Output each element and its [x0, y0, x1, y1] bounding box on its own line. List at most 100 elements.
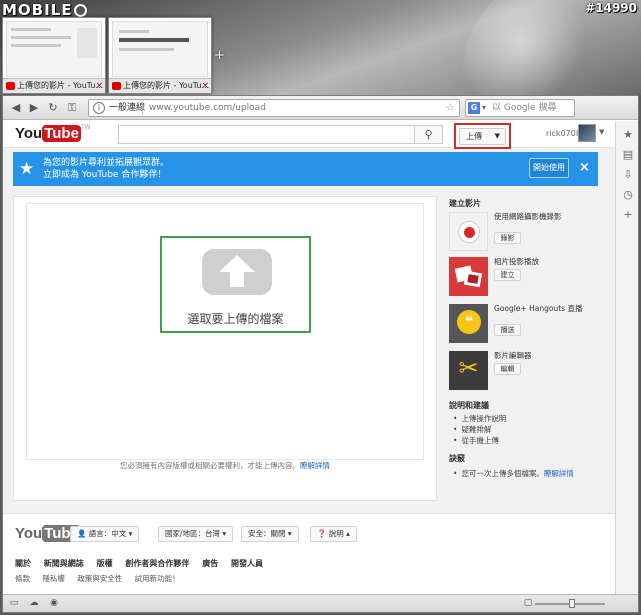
close-icon[interactable]: ×: [579, 160, 590, 175]
tab-thumbnail-2[interactable]: 上傳您的影片 - YouTu... ×: [108, 17, 212, 94]
webcam-record-icon: [449, 212, 488, 251]
create-slideshow-button[interactable]: 建立: [494, 269, 521, 281]
google-search-engine-icon[interactable]: G: [468, 102, 480, 114]
footer-link[interactable]: 政策與安全性: [77, 574, 122, 583]
reload-icon[interactable]: ↻: [46, 101, 60, 115]
browser-window: ◀ ▶ ↻ ⚿ i 一般連線 www.youtube.com/upload ☆ …: [2, 95, 639, 613]
tab-switcher-strip: MOBILE #14990 上傳您的影片 - YouTu... × 上傳您的影片…: [0, 0, 641, 95]
youtube-footer: You Tube 👤 語言：中文 ▾ 國家/地區：台灣 ▾ 安全：關閉 ▾ ❓ 說…: [3, 513, 615, 594]
banner-message: 為您的影片尋利並拓展觀眾群。 立即成為 YouTube 合作夥伴！: [43, 158, 170, 180]
back-arrow-icon[interactable]: ◀: [9, 101, 23, 115]
camera-icon[interactable]: ◉: [49, 598, 59, 608]
add-panel-icon[interactable]: +: [622, 209, 634, 221]
create-video-heading: 建立影片: [449, 199, 481, 208]
star-icon: ★: [19, 159, 35, 179]
hangouts-icon: ❝: [449, 304, 488, 343]
address-bar[interactable]: i 一般連線 www.youtube.com/upload ☆: [88, 99, 460, 117]
create-item-title: 相片投影播放: [494, 257, 539, 266]
watermark-post-id: #14990: [585, 1, 637, 15]
broadcast-button[interactable]: 播送: [494, 324, 521, 336]
close-tab-icon[interactable]: ×: [201, 79, 209, 93]
cloud-sync-icon[interactable]: ☁: [29, 598, 39, 608]
help-link[interactable]: 從手機上傳: [453, 435, 506, 446]
bookmark-star-icon[interactable]: ★: [622, 129, 634, 141]
browser-search-field[interactable]: G ▾ 以 Google 搜尋: [465, 99, 575, 117]
browser-status-bar: ▭ ☁ ◉ ▢: [3, 594, 638, 612]
help-heading: 說明和建議: [449, 401, 489, 410]
key-icon[interactable]: ⚿: [65, 101, 79, 115]
select-files-button[interactable]: 選取要上傳的檔案: [160, 236, 311, 333]
upload-drop-area[interactable]: 選取要上傳的檔案: [26, 203, 424, 460]
create-item-editor: ✂ 影片編輯器 編輯: [449, 351, 589, 391]
avatar[interactable]: [578, 124, 596, 142]
footer-link[interactable]: 創作者與合作夥伴: [125, 559, 189, 568]
tab-thumbnail-1[interactable]: 上傳您的影片 - YouTu... ×: [2, 17, 106, 94]
panel-toggle-icon[interactable]: ▭: [9, 598, 19, 608]
create-item-webcam: 使用網路攝影機錄影 錄影: [449, 212, 589, 252]
forward-arrow-icon[interactable]: ▶: [27, 101, 41, 115]
create-item-title: Google+ Hangouts 直播: [494, 304, 583, 313]
tips-list: 您可一次上傳多個檔案。瞭解詳情: [453, 468, 574, 479]
upload-arrow-icon: [202, 249, 272, 295]
footer-link[interactable]: 廣告: [202, 559, 218, 568]
address-divider: [142, 102, 143, 114]
upload-button[interactable]: 上傳 ▼: [459, 128, 506, 145]
create-item-hangouts: ❝ Google+ Hangouts 直播 播送: [449, 304, 589, 344]
youtube-search-input[interactable]: [118, 125, 415, 144]
learn-more-link[interactable]: 瞭解詳情: [300, 461, 330, 470]
youtube-favicon-icon: [112, 82, 121, 90]
footer-link[interactable]: 試用新功能！: [135, 574, 180, 583]
right-sidebar: 建立影片 使用網路攝影機錄影 錄影 相片投影播放 建立 ❝ Google+ Ha…: [449, 196, 589, 501]
close-tab-icon[interactable]: ×: [95, 79, 103, 93]
select-files-label: 選取要上傳的檔案: [187, 312, 284, 326]
footer-link[interactable]: 條款: [15, 574, 30, 583]
youtube-logo[interactable]: You Tube TW: [15, 125, 90, 143]
youtube-favicon-icon: [6, 82, 15, 90]
partner-banner: ★ 為您的影片尋利並拓展觀眾群。 立即成為 YouTube 合作夥伴！ 開始使用…: [13, 152, 598, 186]
bookmark-star-icon[interactable]: ☆: [445, 100, 455, 116]
username[interactable]: rick0708: [546, 129, 581, 138]
search-button[interactable]: ⚲: [415, 125, 443, 144]
zoom-slider-handle[interactable]: [569, 599, 575, 608]
help-list: 上傳操作說明 疑難排解 從手機上傳: [453, 413, 506, 446]
language-button[interactable]: 👤 語言：中文 ▾: [70, 526, 140, 542]
page-icon[interactable]: ▢: [523, 598, 533, 608]
help-button[interactable]: ❓ 說明 ▴: [310, 526, 357, 542]
upload-card: 選取要上傳的檔案 您必須擁有內容版權或相關必要權利，才能上傳內容。瞭解詳情: [13, 196, 437, 501]
chevron-down-icon[interactable]: ▾: [482, 100, 486, 116]
search-placeholder: 以 Google 搜尋: [492, 103, 557, 113]
new-tab-button[interactable]: +: [214, 48, 225, 63]
tip-learn-more-link[interactable]: 瞭解詳情: [544, 469, 574, 478]
help-link[interactable]: 上傳操作說明: [453, 413, 506, 424]
footer-secondary-links: 條款 隱私權 政策與安全性 試用新功能！: [15, 573, 190, 584]
safety-button[interactable]: 安全：關閉 ▾: [241, 526, 299, 542]
help-link[interactable]: 疑難排解: [453, 424, 506, 435]
footer-link[interactable]: 新聞與網誌: [44, 559, 84, 568]
create-item-title: 使用網路攝影機錄影: [494, 212, 562, 221]
youtube-upload-page: You Tube TW ⚲ 上傳 ▼ rick0708 ▼ ★ 為您的影片尋利並拓展…: [3, 121, 615, 594]
tab-thumbnail-caption: 上傳您的影片 - YouTu... ×: [109, 78, 211, 93]
tab-thumbnail-preview: [6, 21, 102, 77]
footer-link[interactable]: 關於: [15, 559, 31, 568]
upload-highlight-box: 上傳 ▼: [454, 123, 511, 149]
url-text[interactable]: www.youtube.com/upload: [149, 100, 266, 116]
history-icon[interactable]: ◷: [622, 189, 634, 201]
footer-link[interactable]: 開發人員: [231, 559, 263, 568]
notes-icon[interactable]: ▤: [622, 149, 634, 161]
video-editor-icon: ✂: [449, 351, 488, 390]
get-started-button[interactable]: 開始使用: [529, 158, 569, 178]
footer-primary-links: 關於 新聞與網誌 版權 創作者與合作夥伴 廣告 開發人員: [15, 558, 273, 569]
download-icon[interactable]: ⇩: [622, 169, 634, 181]
connection-info-icon[interactable]: i: [93, 102, 105, 114]
search-icon: ⚲: [424, 128, 433, 141]
create-item-title: 影片編輯器: [494, 351, 532, 360]
footer-link[interactable]: 隱私權: [42, 574, 65, 583]
record-button[interactable]: 錄影: [494, 232, 521, 244]
edit-button[interactable]: 編輯: [494, 363, 521, 375]
connection-security-label: 一般連線: [109, 103, 146, 113]
youtube-header: You Tube TW ⚲ 上傳 ▼ rick0708 ▼: [3, 121, 615, 149]
country-button[interactable]: 國家/地區：台灣 ▾: [158, 526, 234, 542]
chevron-down-icon[interactable]: ▼: [599, 128, 604, 136]
photo-slideshow-icon: [449, 257, 488, 296]
footer-link[interactable]: 版權: [97, 559, 113, 568]
